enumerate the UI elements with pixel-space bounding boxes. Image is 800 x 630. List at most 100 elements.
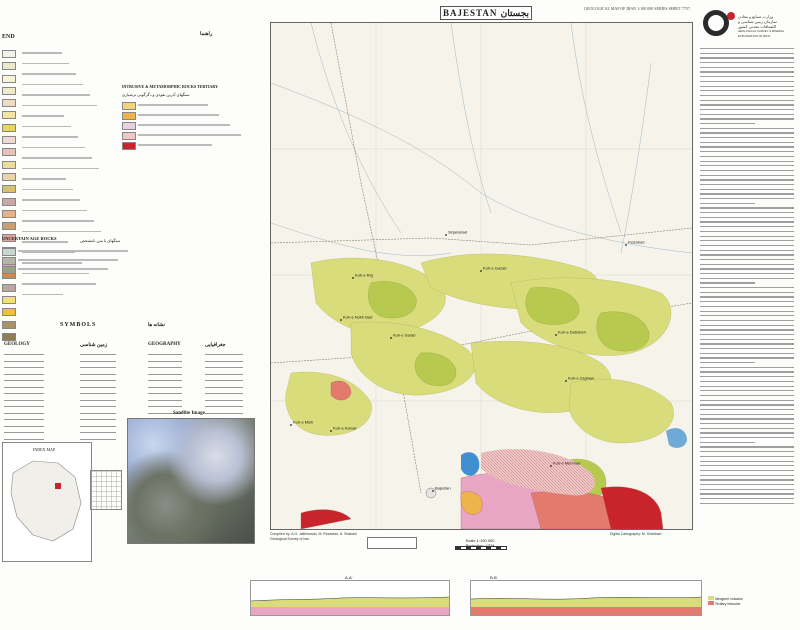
symbol-row — [4, 373, 44, 375]
symbol-row — [205, 393, 243, 394]
legend-description-line — [22, 125, 71, 127]
legend-swatch — [2, 86, 16, 95]
geography-heading: GEOGRAPHY — [148, 342, 181, 347]
symbol-row — [4, 438, 44, 440]
legend-description-line — [22, 167, 99, 169]
report-text-line — [700, 413, 794, 415]
place-marker — [480, 270, 482, 272]
place-marker — [352, 277, 354, 279]
profile-b-graphic — [470, 596, 702, 615]
report-text-line — [700, 207, 794, 209]
legend-description-line — [22, 188, 73, 190]
report-text-line — [700, 183, 794, 186]
legend-swatch — [2, 136, 16, 145]
report-text-line — [700, 282, 755, 284]
satellite-label: Satellite Image — [173, 411, 205, 416]
report-text-line — [700, 315, 794, 317]
symbol-row — [148, 399, 182, 401]
place-marker — [550, 465, 552, 467]
legend-title-fa: راهنما — [200, 32, 213, 37]
report-text-line — [700, 52, 794, 54]
uncertain-swatch — [2, 257, 16, 265]
report-text-line — [700, 249, 794, 251]
profile-legend-label-2: Tertiary intrusive — [714, 602, 741, 606]
map-sheet: BAJESTAN بجستان GEOLOGICAL MAP OF IRAN 1… — [0, 0, 800, 630]
intrusive-title: INTRUSIVE & METAMORPHIC ROCKS TERTIARY — [122, 84, 219, 89]
report-text-line — [700, 498, 794, 500]
cross-section-a — [250, 580, 450, 616]
geologic-map[interactable]: Bajestan Kuh-e Nokh Bad Kuh-e Rig Kuh-e Sar… — [270, 22, 693, 530]
symbol-row — [4, 406, 44, 407]
report-text-line — [700, 296, 794, 298]
gsi-logo-dot — [727, 12, 735, 20]
place-label: Kuh-e Nokh Bad — [343, 315, 372, 320]
sheet-number: GEOLOGICAL MAP OF IRAN 1:100 000 SERIES … — [584, 6, 690, 11]
report-text-line — [700, 62, 794, 64]
report-text-line — [700, 437, 794, 439]
intrusive-description-line — [138, 124, 230, 126]
report-text-line — [700, 277, 794, 279]
legend-description-line — [22, 272, 89, 274]
symbol-row — [4, 425, 44, 427]
place-marker — [445, 234, 447, 236]
report-text-line — [700, 460, 794, 462]
report-text-line — [700, 113, 794, 115]
symbol-row — [148, 360, 182, 362]
report-text-line — [700, 155, 794, 158]
report-text-line — [700, 441, 755, 444]
intrusive-description-line — [138, 104, 208, 106]
symbol-row — [148, 386, 182, 388]
report-text-line — [700, 319, 794, 322]
report-text-line — [700, 348, 794, 350]
report-text-line — [700, 48, 794, 50]
report-text-line — [700, 390, 794, 392]
symbol-row — [80, 360, 116, 362]
symbol-row — [80, 373, 116, 375]
report-text-line — [700, 104, 794, 106]
report-text-line — [700, 179, 794, 181]
title-bar: BAJESTAN بجستان GEOLOGICAL MAP OF IRAN 1… — [270, 6, 690, 20]
report-text-line — [700, 57, 794, 59]
intrusive-description-line — [138, 134, 241, 136]
report-text-line — [700, 291, 794, 294]
report-text-line — [700, 273, 794, 275]
report-text-line — [700, 221, 794, 223]
place-marker — [290, 424, 292, 426]
place-marker — [625, 244, 627, 246]
symbol-row — [148, 380, 182, 381]
index-map: INDEX MAP — [2, 442, 92, 562]
report-text-line — [700, 343, 794, 345]
symbol-row — [4, 399, 44, 401]
report-text-line — [700, 193, 794, 195]
report-text-line — [700, 202, 755, 204]
intrusive-swatch — [122, 112, 136, 120]
legend-description-line — [22, 199, 80, 201]
symbol-row — [80, 393, 116, 394]
legend-swatch — [2, 209, 16, 218]
report-text-line — [700, 394, 794, 397]
report-text-line — [700, 408, 794, 411]
legend-swatch — [2, 197, 16, 206]
report-text-line — [700, 258, 794, 261]
place-label: Kuh-e Mish — [293, 420, 313, 425]
symbol-row — [205, 360, 243, 362]
index-map-label: INDEX MAP — [33, 447, 56, 452]
report-text-line — [700, 469, 794, 472]
symbol-row — [80, 386, 116, 388]
report-text-line — [700, 99, 794, 101]
map-canvas: Bajestan Kuh-e Nokh Bad Kuh-e Rig Kuh-e Sar… — [271, 23, 692, 529]
intrusive-description-line — [138, 144, 212, 146]
uncertain-description-line — [18, 250, 128, 252]
legend-swatch — [2, 62, 16, 71]
symbol-row — [4, 412, 44, 414]
uncertain-description-line — [18, 259, 118, 261]
legend-swatch — [2, 123, 16, 132]
uncertain-title: UNCERTAIN AGE ROCKS — [2, 236, 57, 241]
legend-swatch — [2, 185, 16, 194]
report-text-line — [700, 230, 794, 233]
place-marker — [390, 337, 392, 339]
symbol-row — [4, 360, 44, 362]
report-text-line — [700, 493, 794, 495]
legend-description-line — [22, 293, 63, 295]
symbol-row — [80, 406, 116, 407]
